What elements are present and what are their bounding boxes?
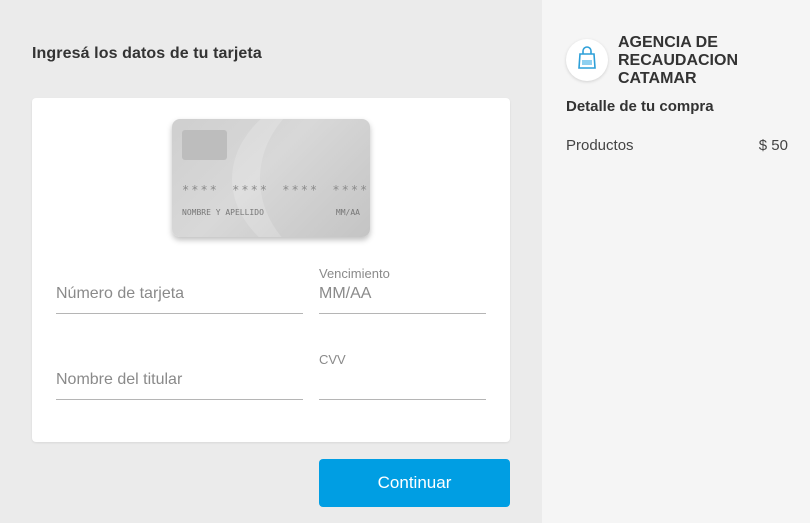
purchase-detail-title: Detalle de tu compra bbox=[566, 98, 714, 115]
card-chip bbox=[182, 130, 227, 160]
card-decoration bbox=[232, 119, 370, 237]
card-preview-number: **** **** **** **** bbox=[182, 183, 370, 197]
item-label: Productos bbox=[566, 137, 634, 154]
merchant-name: AGENCIA DE RECAUDACION CATAMAR bbox=[618, 34, 738, 87]
cvv-field[interactable] bbox=[319, 371, 486, 400]
card-number-input[interactable] bbox=[56, 285, 303, 303]
expiry-input[interactable] bbox=[319, 285, 486, 303]
shopping-bag-icon bbox=[576, 45, 598, 75]
expiry-label: Vencimiento bbox=[319, 266, 390, 281]
holder-name-field[interactable] bbox=[56, 371, 303, 400]
credit-card-preview: **** **** **** **** NOMBRE Y APELLIDO MM… bbox=[172, 119, 370, 237]
purchase-summary-panel: AGENCIA DE RECAUDACION CATAMAR Detalle d… bbox=[542, 0, 810, 523]
payment-form-panel: Ingresá los datos de tu tarjeta **** ***… bbox=[0, 0, 542, 523]
card-preview-holder: NOMBRE Y APELLIDO bbox=[182, 208, 264, 217]
cvv-label: CVV bbox=[319, 352, 346, 367]
card-preview-expiry: MM/AA bbox=[335, 208, 360, 217]
card-form: **** **** **** **** NOMBRE Y APELLIDO MM… bbox=[32, 98, 510, 442]
page-title: Ingresá los datos de tu tarjeta bbox=[32, 45, 262, 62]
expiry-field[interactable] bbox=[319, 285, 486, 314]
card-number-field[interactable] bbox=[56, 285, 303, 314]
item-price: $ 50 bbox=[758, 137, 788, 154]
continue-button[interactable]: Continuar bbox=[319, 459, 510, 507]
merchant-logo bbox=[566, 39, 608, 81]
cvv-input[interactable] bbox=[319, 371, 486, 389]
holder-name-input[interactable] bbox=[56, 371, 303, 389]
